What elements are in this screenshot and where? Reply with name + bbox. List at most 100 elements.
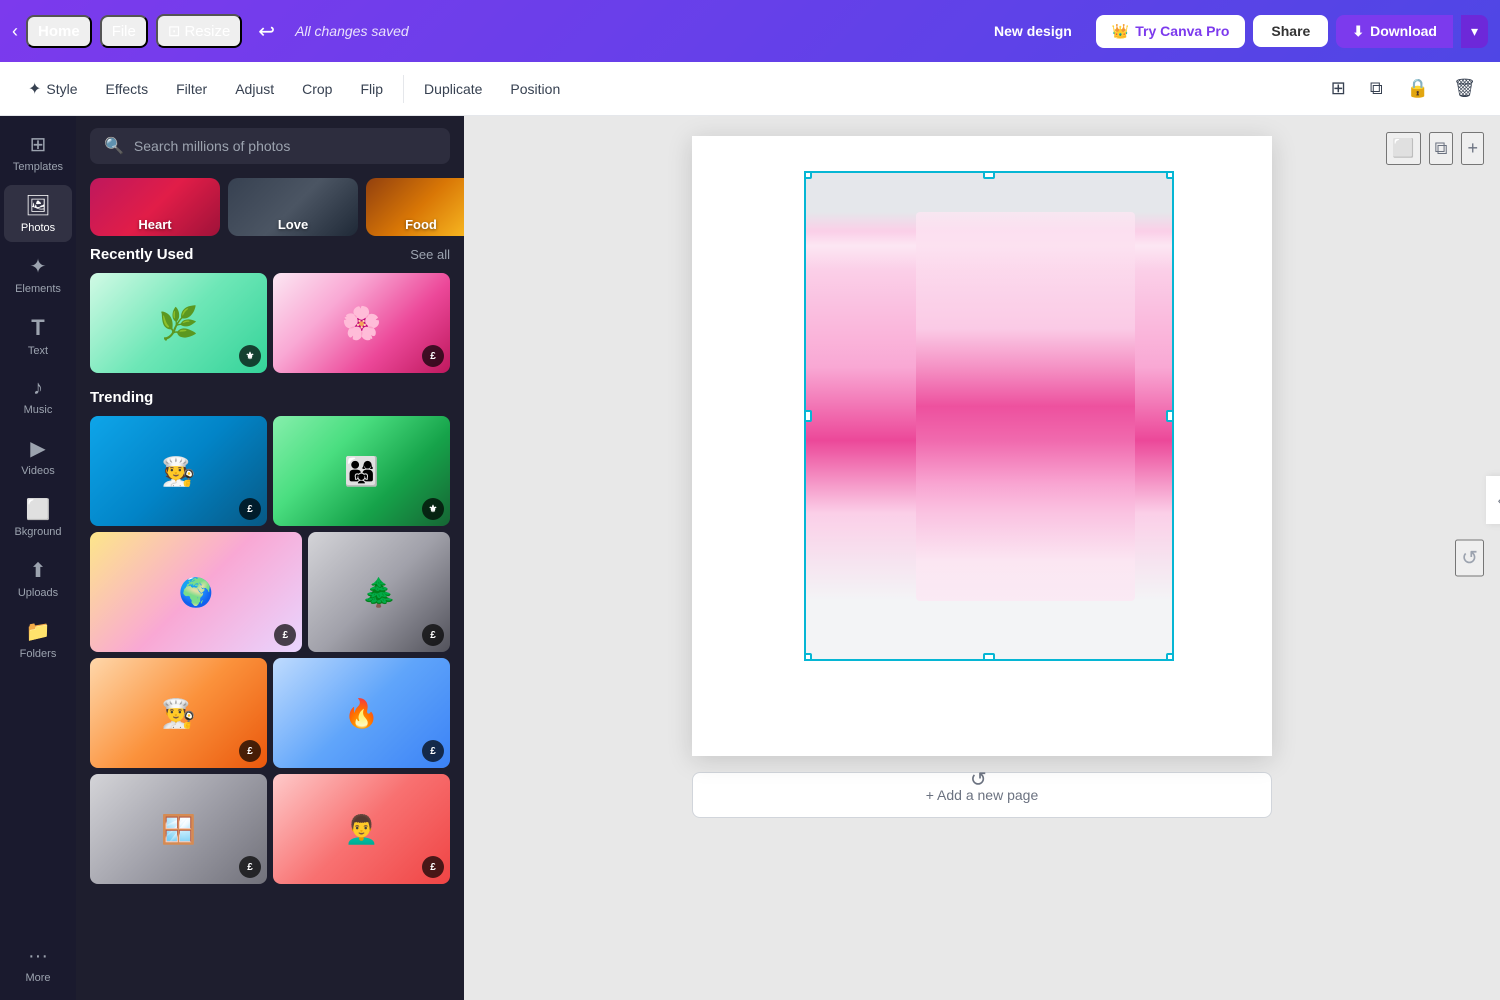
- refresh-icon-btn[interactable]: ↺: [1455, 540, 1484, 577]
- handle-bottom-right[interactable]: [1166, 653, 1174, 661]
- sidebar-item-elements[interactable]: ✦ Elements: [4, 246, 72, 303]
- filter-button[interactable]: Filter: [164, 75, 219, 103]
- crop-button[interactable]: Crop: [290, 75, 344, 103]
- toolbar-right: ⊞ ⧉ 🔒 🗑: [1323, 72, 1484, 105]
- canvas-page[interactable]: ↺: [692, 136, 1272, 756]
- handle-top-center[interactable]: [983, 171, 995, 179]
- recently-used-grid: 🌿 ⚜ 🌸 £: [90, 273, 450, 373]
- search-icon: 🔍: [104, 136, 124, 156]
- handle-top-right[interactable]: [1166, 171, 1174, 179]
- sidebar-item-label: Bkground: [14, 526, 61, 538]
- style-button[interactable]: ✦ Style: [16, 73, 90, 105]
- frame-icon-btn[interactable]: ⬜: [1386, 132, 1420, 165]
- new-design-button[interactable]: New design: [978, 15, 1088, 47]
- category-row: Heart Love Food ›: [76, 172, 464, 246]
- videos-icon: ▶: [30, 436, 45, 461]
- download-button[interactable]: ⬇ Download: [1336, 15, 1453, 48]
- effects-button[interactable]: Effects: [94, 75, 161, 103]
- trending-photo-1[interactable]: 🧑‍🍳 £: [90, 416, 267, 526]
- search-input[interactable]: [134, 138, 436, 154]
- handle-middle-left[interactable]: [804, 410, 812, 422]
- pro-badge-1: ⚜: [239, 345, 261, 367]
- share-button[interactable]: Share: [1253, 15, 1328, 47]
- sidebar-item-folders[interactable]: 📁 Folders: [4, 611, 72, 668]
- toolbar: ✦ Style Effects Filter Adjust Crop Flip …: [0, 62, 1500, 116]
- see-all-button[interactable]: See all: [410, 247, 450, 262]
- trending-photo-3[interactable]: 🌍 £: [90, 532, 302, 652]
- pro-badge-tr4: £: [422, 624, 444, 646]
- category-chip-heart[interactable]: Heart: [90, 178, 220, 236]
- recent-photo-2[interactable]: 🌸 £: [273, 273, 450, 373]
- saved-status: All changes saved: [295, 23, 409, 39]
- sidebar-item-label: Text: [28, 345, 48, 357]
- rotate-handle[interactable]: ↺: [970, 767, 987, 792]
- sidebar-item-music[interactable]: ♪ Music: [4, 369, 72, 424]
- sidebar-item-label: More: [25, 972, 50, 984]
- trending-photo-6[interactable]: 🔥 £: [273, 658, 450, 768]
- sidebar-item-uploads[interactable]: ⬆ Uploads: [4, 550, 72, 607]
- download-caret-button[interactable]: ▾: [1461, 15, 1488, 48]
- recently-used-title: Recently Used: [90, 246, 193, 263]
- download-icon: ⬇: [1352, 23, 1364, 40]
- sidebar-item-templates[interactable]: ⊞ Templates: [4, 124, 72, 181]
- photos-panel: 🔍 Heart Love Food › Recently Used: [76, 116, 464, 1000]
- recent-photo-1[interactable]: 🌿 ⚜: [90, 273, 267, 373]
- trending-photo-5[interactable]: 👨‍🍳 £: [90, 658, 267, 768]
- position-button[interactable]: Position: [498, 75, 572, 103]
- trending-photo-7[interactable]: 🪟 £: [90, 774, 267, 884]
- pro-badge-tr5: £: [239, 740, 261, 762]
- trending-photo-2[interactable]: 👨‍👩‍👧 ⚜: [273, 416, 450, 526]
- sidebar-item-label: Uploads: [18, 587, 58, 599]
- pro-badge-tr8: £: [422, 856, 444, 878]
- lock-icon-btn[interactable]: 🔒: [1399, 72, 1437, 105]
- uploads-icon: ⬆: [30, 558, 47, 583]
- grid-icon-btn[interactable]: ⊞: [1323, 72, 1354, 105]
- photos-icon: 🖼: [25, 193, 50, 218]
- back-icon[interactable]: ‹: [12, 21, 18, 42]
- trending-photo-4[interactable]: 🌲 £: [308, 532, 450, 652]
- left-sidebar: ⊞ Templates 🖼 Photos ✦ Elements T Text ♪…: [0, 116, 76, 1000]
- handle-middle-right[interactable]: [1166, 410, 1174, 422]
- sidebar-item-label: Elements: [15, 283, 61, 295]
- trending-photo-8[interactable]: 👨‍🦱 £: [273, 774, 450, 884]
- style-icon: ✦: [28, 79, 41, 99]
- handle-top-left[interactable]: [804, 171, 812, 179]
- handle-bottom-left[interactable]: [804, 653, 812, 661]
- copy-icon-btn[interactable]: ⧉: [1362, 72, 1391, 105]
- trending-header: Trending: [90, 389, 450, 406]
- selected-image[interactable]: [804, 171, 1174, 661]
- flip-button[interactable]: Flip: [348, 75, 395, 103]
- sidebar-item-more[interactable]: ··· More: [4, 937, 72, 992]
- search-box: 🔍: [90, 128, 450, 164]
- home-button[interactable]: Home: [26, 15, 92, 48]
- copy-page-icon-btn[interactable]: ⧉: [1429, 132, 1454, 165]
- sidebar-item-videos[interactable]: ▶ Videos: [4, 428, 72, 485]
- sidebar-item-label: Folders: [20, 648, 57, 660]
- sidebar-item-text[interactable]: T Text: [4, 307, 72, 365]
- recently-used-header: Recently Used See all: [90, 246, 450, 263]
- duplicate-button[interactable]: Duplicate: [412, 75, 494, 103]
- trending-row-1: 🧑‍🍳 £ 👨‍👩‍👧 ⚜: [90, 416, 450, 526]
- undo-button[interactable]: ↩: [250, 15, 283, 48]
- add-page-icon-btn[interactable]: +: [1461, 132, 1484, 165]
- elements-icon: ✦: [30, 254, 47, 279]
- sidebar-item-background[interactable]: ⬜ Bkground: [4, 489, 72, 546]
- file-button[interactable]: File: [100, 15, 148, 48]
- category-chip-food[interactable]: Food: [366, 178, 464, 236]
- pro-badge-tr7: £: [239, 856, 261, 878]
- try-pro-button[interactable]: 👑 Try Canva Pro: [1096, 15, 1246, 48]
- handle-bottom-center[interactable]: [983, 653, 995, 661]
- chip-food-label: Food: [366, 213, 464, 236]
- resize-button[interactable]: ⊡ Resize: [156, 14, 242, 48]
- chip-heart-label: Heart: [90, 213, 220, 236]
- resize-icon: ⊡: [168, 22, 181, 40]
- folders-icon: 📁: [26, 619, 51, 644]
- adjust-button[interactable]: Adjust: [223, 75, 286, 103]
- panel-search-area: 🔍: [76, 116, 464, 172]
- canvas-container: ↺ + Add a new page: [692, 136, 1272, 818]
- right-sidebar-icons: ↺: [1455, 540, 1484, 577]
- trending-title: Trending: [90, 389, 153, 406]
- category-chip-love[interactable]: Love: [228, 178, 358, 236]
- delete-icon-btn[interactable]: 🗑: [1445, 72, 1484, 105]
- sidebar-item-photos[interactable]: 🖼 Photos: [4, 185, 72, 242]
